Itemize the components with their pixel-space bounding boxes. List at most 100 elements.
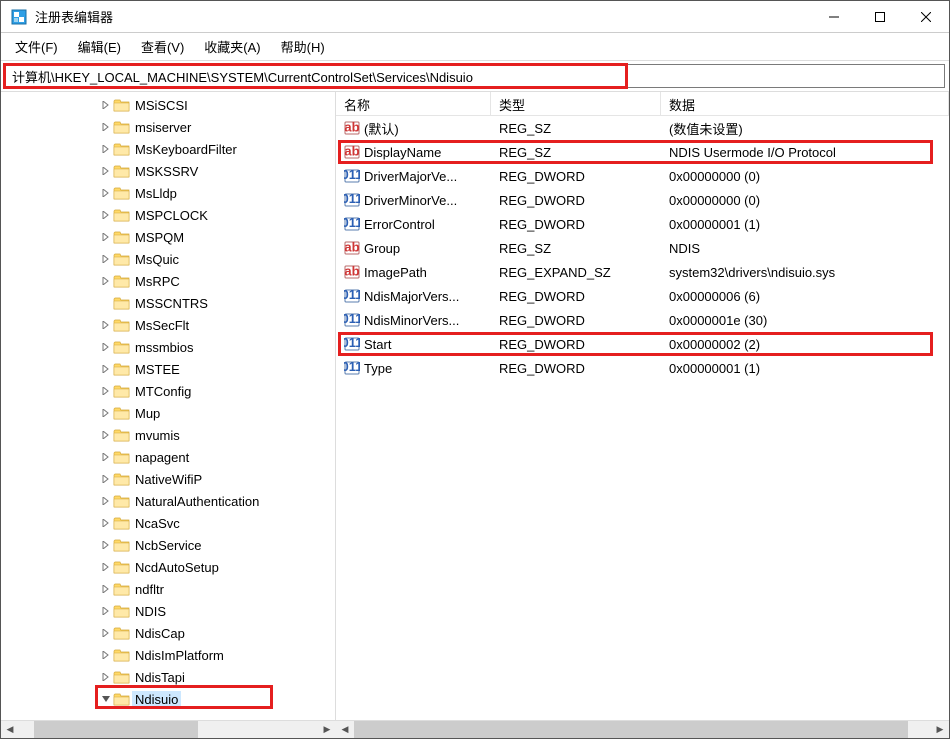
- chevron-right-icon[interactable]: [99, 629, 113, 637]
- chevron-right-icon[interactable]: [99, 101, 113, 109]
- chevron-right-icon[interactable]: [99, 585, 113, 593]
- menu-view[interactable]: 查看(V): [131, 33, 194, 60]
- tree-item-msiserver[interactable]: msiserver: [1, 116, 335, 138]
- chevron-right-icon[interactable]: [99, 277, 113, 285]
- chevron-right-icon[interactable]: [99, 497, 113, 505]
- tree-item-label: MsSecFlt: [132, 317, 192, 334]
- col-header-name[interactable]: 名称: [336, 92, 491, 115]
- addressbar[interactable]: [5, 64, 945, 88]
- list-row[interactable]: 011NdisMinorVers...REG_DWORD0x0000001e (…: [336, 308, 949, 332]
- tree-item-mvumis[interactable]: mvumis: [1, 424, 335, 446]
- list-row[interactable]: 011DriverMinorVe...REG_DWORD0x00000000 (…: [336, 188, 949, 212]
- tree-item-msiscsi[interactable]: MSiSCSI: [1, 94, 335, 116]
- chevron-right-icon[interactable]: [99, 167, 113, 175]
- tree-item-ndiscap[interactable]: NdisCap: [1, 622, 335, 644]
- tree-item-napagent[interactable]: napagent: [1, 446, 335, 468]
- chevron-right-icon[interactable]: [99, 431, 113, 439]
- maximize-button[interactable]: [857, 1, 903, 32]
- chevron-right-icon[interactable]: [99, 255, 113, 263]
- chevron-right-icon[interactable]: [99, 453, 113, 461]
- tree-item-mskeyboardfilter[interactable]: MsKeyboardFilter: [1, 138, 335, 160]
- chevron-right-icon[interactable]: [99, 673, 113, 681]
- tree-item-msquic[interactable]: MsQuic: [1, 248, 335, 270]
- col-header-data[interactable]: 数据: [661, 92, 949, 115]
- tree-item-mssecflt[interactable]: MsSecFlt: [1, 314, 335, 336]
- scroll-left-icon[interactable]: ◀: [336, 721, 354, 739]
- menu-help[interactable]: 帮助(H): [271, 33, 335, 60]
- tree-item-mup[interactable]: Mup: [1, 402, 335, 424]
- scroll-right-icon[interactable]: ▶: [318, 721, 336, 739]
- tree-item-mssmbios[interactable]: mssmbios: [1, 336, 335, 358]
- close-button[interactable]: [903, 1, 949, 32]
- window-title: 注册表编辑器: [35, 7, 811, 26]
- tree-item-naturalauthentication[interactable]: NaturalAuthentication: [1, 490, 335, 512]
- string-icon: ab: [344, 264, 360, 280]
- tree-item-mslldp[interactable]: MsLldp: [1, 182, 335, 204]
- tree-item-ncasvc[interactable]: NcaSvc: [1, 512, 335, 534]
- list-scroll-thumb[interactable]: [354, 721, 908, 738]
- tree-item-ndisimplatform[interactable]: NdisImPlatform: [1, 644, 335, 666]
- tree-item-ndistapi[interactable]: NdisTapi: [1, 666, 335, 688]
- tree-item-mspqm[interactable]: MSPQM: [1, 226, 335, 248]
- tree-scroll-thumb[interactable]: [34, 721, 198, 738]
- tree-item-label: ndfltr: [132, 581, 167, 598]
- chevron-right-icon[interactable]: [99, 233, 113, 241]
- chevron-right-icon[interactable]: [99, 123, 113, 131]
- tree-item-label: MsQuic: [132, 251, 182, 268]
- chevron-right-icon[interactable]: [99, 651, 113, 659]
- chevron-right-icon[interactable]: [99, 145, 113, 153]
- list-row[interactable]: ab(默认)REG_SZ(数值未设置): [336, 116, 949, 140]
- list-row[interactable]: abGroupREG_SZNDIS: [336, 236, 949, 260]
- tree-item-mskssrv[interactable]: MSKSSRV: [1, 160, 335, 182]
- folder-icon: [113, 560, 130, 575]
- tree-scrollbar-h[interactable]: ◀ ▶: [1, 720, 336, 738]
- chevron-right-icon[interactable]: [99, 475, 113, 483]
- value-name: ImagePath: [364, 265, 427, 280]
- menu-edit[interactable]: 编辑(E): [68, 33, 131, 60]
- tree-item-ndfltr[interactable]: ndfltr: [1, 578, 335, 600]
- chevron-right-icon[interactable]: [99, 607, 113, 615]
- list-scrollbar-h[interactable]: ◀ ▶: [336, 720, 949, 738]
- value-name: DisplayName: [364, 145, 441, 160]
- tree-item-mstee[interactable]: MSTEE: [1, 358, 335, 380]
- chevron-right-icon[interactable]: [99, 343, 113, 351]
- chevron-right-icon[interactable]: [99, 541, 113, 549]
- list-row[interactable]: 011TypeREG_DWORD0x00000001 (1): [336, 356, 949, 380]
- tree-item-ncbservice[interactable]: NcbService: [1, 534, 335, 556]
- tree-item-ncdautosetup[interactable]: NcdAutoSetup: [1, 556, 335, 578]
- tree-item-label: MSSCNTRS: [132, 295, 211, 312]
- list-row[interactable]: abDisplayNameREG_SZNDIS Usermode I/O Pro…: [336, 140, 949, 164]
- chevron-right-icon[interactable]: [99, 211, 113, 219]
- chevron-right-icon[interactable]: [99, 563, 113, 571]
- tree-item-msscntrs[interactable]: MSSCNTRS: [1, 292, 335, 314]
- list-row[interactable]: 011DriverMajorVe...REG_DWORD0x00000000 (…: [336, 164, 949, 188]
- col-header-type[interactable]: 类型: [491, 92, 661, 115]
- tree-item-mtconfig[interactable]: MTConfig: [1, 380, 335, 402]
- tree-item-ndis[interactable]: NDIS: [1, 600, 335, 622]
- tree-item-label: mssmbios: [132, 339, 197, 356]
- tree-item-nativewifip[interactable]: NativeWifiP: [1, 468, 335, 490]
- tree-panel[interactable]: MSiSCSImsiserverMsKeyboardFilterMSKSSRVM…: [1, 92, 336, 720]
- list-row[interactable]: 011StartREG_DWORD0x00000002 (2): [336, 332, 949, 356]
- scroll-right-icon[interactable]: ▶: [931, 721, 949, 739]
- chevron-right-icon[interactable]: [99, 519, 113, 527]
- scroll-left-icon[interactable]: ◀: [1, 721, 19, 739]
- chevron-right-icon[interactable]: [99, 189, 113, 197]
- chevron-down-icon[interactable]: [99, 695, 113, 703]
- minimize-button[interactable]: [811, 1, 857, 32]
- list-row[interactable]: 011ErrorControlREG_DWORD0x00000001 (1): [336, 212, 949, 236]
- chevron-right-icon[interactable]: [99, 365, 113, 373]
- tree-item-ndisuio[interactable]: Ndisuio: [1, 688, 335, 710]
- list-row[interactable]: 011NdisMajorVers...REG_DWORD0x00000006 (…: [336, 284, 949, 308]
- chevron-right-icon[interactable]: [99, 409, 113, 417]
- tree-item-msrpc[interactable]: MsRPC: [1, 270, 335, 292]
- list-row[interactable]: abImagePathREG_EXPAND_SZsystem32\drivers…: [336, 260, 949, 284]
- menu-file[interactable]: 文件(F): [5, 33, 68, 60]
- menu-favorites[interactable]: 收藏夹(A): [194, 33, 270, 60]
- cell-type: REG_EXPAND_SZ: [491, 264, 661, 281]
- tree-item-mspclock[interactable]: MSPCLOCK: [1, 204, 335, 226]
- list-panel[interactable]: 名称 类型 数据 ab(默认)REG_SZ(数值未设置)abDisplayNam…: [336, 92, 949, 720]
- chevron-right-icon[interactable]: [99, 321, 113, 329]
- cell-data: 0x00000000 (0): [661, 192, 949, 209]
- chevron-right-icon[interactable]: [99, 387, 113, 395]
